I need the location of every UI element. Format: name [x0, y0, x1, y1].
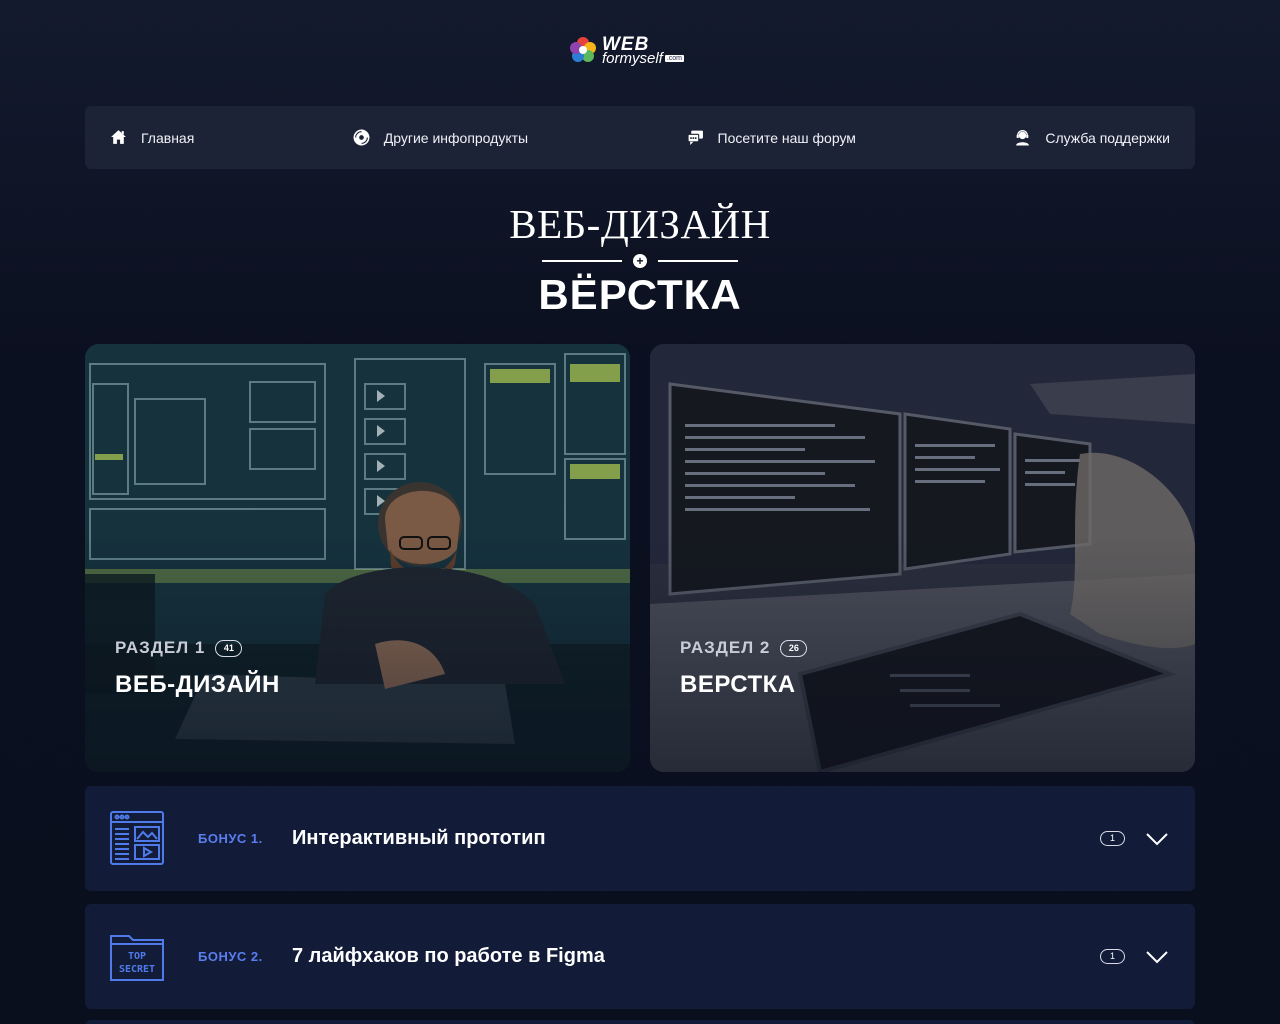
lesson-count-badge: 1 — [1100, 949, 1125, 964]
nav-item-products[interactable]: Другие инфопродукты — [353, 129, 528, 146]
title-divider: + — [542, 254, 738, 268]
support-icon — [1016, 130, 1030, 146]
bonus-title: Интерактивный прототип — [292, 827, 546, 849]
chat-icon — [687, 130, 703, 145]
main-nav: Главная Другие инфопродукты Посетите наш… — [85, 106, 1195, 169]
home-icon — [111, 130, 126, 144]
bonus-label: БОНУС 1. — [198, 831, 263, 846]
chevron-down-icon[interactable] — [1145, 832, 1169, 846]
prototype-icon — [110, 811, 164, 865]
logo-com-badge: .com — [664, 54, 685, 62]
logo-flower-icon — [570, 37, 596, 62]
nav-item-label: Служба поддержки — [1045, 129, 1170, 146]
lesson-count-badge: 41 — [215, 639, 243, 657]
bonus-row-3[interactable] — [85, 1020, 1195, 1024]
site-logo[interactable]: WEB formyself .com — [568, 33, 685, 67]
course-title: ВЕБ-ДИЗАЙН + ВЁРСТКА — [0, 200, 1280, 320]
course-title-line1: ВЕБ-ДИЗАЙН — [509, 201, 771, 247]
bonus-row-1[interactable]: БОНУС 1. Интерактивный прототип 1 — [85, 786, 1195, 891]
top-secret-folder-icon: TOP SECRET — [110, 935, 164, 981]
nav-item-label: Другие инфопродукты — [383, 129, 529, 146]
nav-item-label: Главная — [141, 129, 195, 146]
nav-item-label: Посетите наш форум — [717, 129, 856, 146]
section-title: ВЕБ-ДИЗАЙН — [115, 671, 280, 698]
bonus-row-2[interactable]: TOP SECRET БОНУС 2. 7 лайфхаков по работ… — [85, 904, 1195, 1009]
disc-icon — [353, 129, 370, 146]
section-card-2[interactable]: РАЗДЕЛ 2 26 ВЕРСТКА — [650, 344, 1195, 772]
folder-text-top: TOP — [128, 951, 146, 962]
nav-item-forum[interactable]: Посетите наш форум — [687, 129, 856, 146]
section-card-1[interactable]: РАЗДЕЛ 1 41 ВЕБ-ДИЗАЙН — [85, 344, 630, 772]
course-title-line2: ВЁРСТКА — [538, 271, 742, 318]
nav-item-support[interactable]: Служба поддержки — [1014, 129, 1170, 146]
bonus-title: 7 лайфхаков по работе в Figma — [292, 945, 605, 967]
lesson-count-badge: 1 — [1100, 831, 1125, 846]
folder-text-secret: SECRET — [119, 964, 155, 975]
nav-item-home[interactable]: Главная — [110, 129, 194, 146]
section-label: РАЗДЕЛ 1 — [115, 638, 206, 657]
plus-icon: + — [633, 254, 647, 268]
lesson-count-badge: 26 — [780, 639, 808, 657]
section-label: РАЗДЕЛ 2 — [680, 638, 771, 657]
section-title: ВЕРСТКА — [680, 671, 796, 698]
bonus-label: БОНУС 2. — [198, 949, 263, 964]
chevron-down-icon[interactable] — [1145, 950, 1169, 964]
logo-formyself-text: formyself — [602, 49, 663, 67]
